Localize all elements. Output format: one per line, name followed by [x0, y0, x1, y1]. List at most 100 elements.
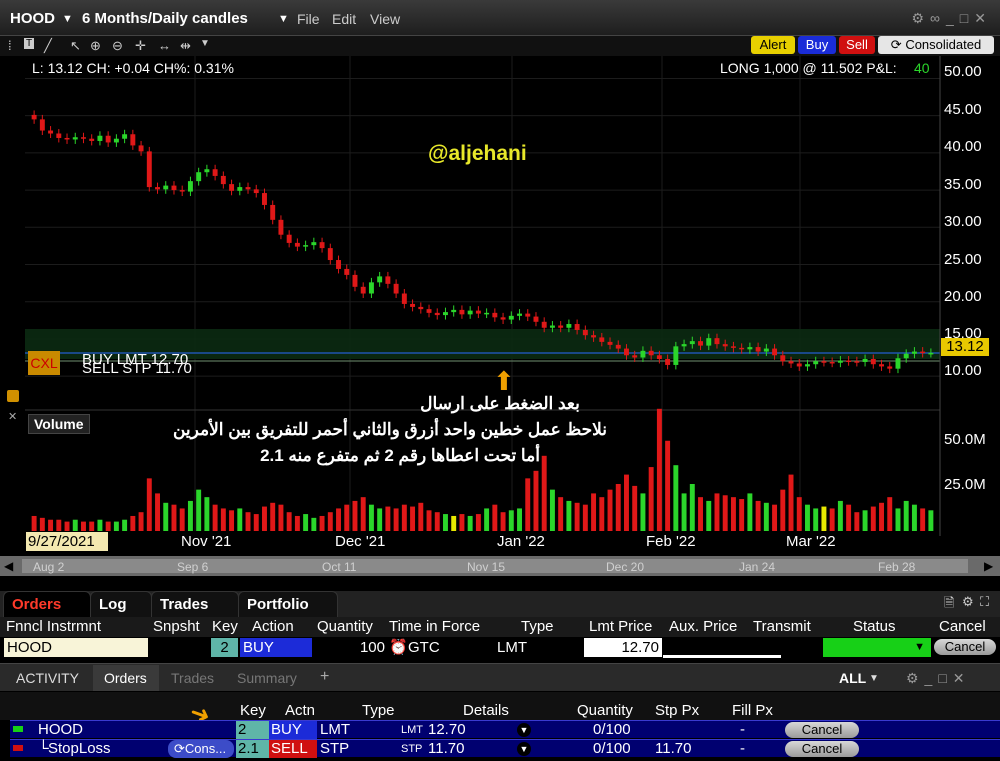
candle-body — [360, 286, 366, 294]
chevron-down-icon[interactable]: ▼ — [869, 673, 879, 684]
link-icon[interactable]: ∞ — [930, 10, 946, 26]
buy-button[interactable]: Buy — [798, 36, 836, 54]
order-fill-px: - — [740, 721, 745, 738]
candle-body — [39, 119, 45, 131]
scroll-right-icon[interactable]: ▶ — [984, 559, 993, 573]
consolidated-button[interactable]: ⟳ Consolidated — [878, 36, 994, 54]
chevron-down-icon[interactable]: ▼ — [62, 13, 73, 25]
instrument-cell[interactable]: HOOD — [4, 638, 148, 657]
expand-icon[interactable]: ↔ — [158, 38, 171, 53]
column-header: Key — [240, 702, 266, 719]
tab-portfolio[interactable]: Portfolio — [238, 591, 338, 617]
volume-axis-label: 50.0M — [944, 431, 986, 448]
tab-orders[interactable]: Orders — [3, 591, 91, 617]
volume-bar — [311, 517, 317, 531]
close-icon[interactable]: ✕ — [8, 410, 17, 423]
candle-body — [418, 306, 424, 310]
tab-activity[interactable]: ACTIVITY — [16, 670, 79, 686]
sell-button[interactable]: Sell — [839, 36, 875, 54]
chevron-down-icon[interactable]: ▼ — [200, 38, 210, 49]
chevron-down-icon[interactable]: ▼ — [517, 723, 531, 737]
minimize-icon[interactable]: _ — [946, 10, 960, 26]
zoom-out-icon[interactable]: ⊖ — [112, 38, 123, 54]
tif-cell[interactable]: GTC — [408, 638, 440, 657]
activity-filter[interactable]: ALL — [839, 670, 866, 686]
volume-bar — [72, 519, 78, 531]
gear-icon[interactable]: ⚙ — [962, 594, 974, 610]
lmt-price-cell[interactable]: 12.70 — [584, 638, 662, 657]
price-axis-label: 20.00 — [944, 288, 982, 305]
panel-controls[interactable]: ⚙_□✕ — [906, 670, 971, 687]
text-tool-icon[interactable]: T — [24, 38, 35, 49]
tab-activity-trades[interactable]: Trades — [171, 670, 214, 686]
x-axis-label: Mar '22 — [786, 533, 836, 550]
gear-icon[interactable]: ⚙ — [911, 10, 930, 26]
cursor-icon[interactable]: ↖ — [70, 38, 81, 54]
cancel-button[interactable]: Cancel — [785, 741, 859, 757]
window-controls[interactable]: ⚙∞_□✕ — [911, 10, 992, 27]
document-icon[interactable]: 🗎 — [944, 594, 954, 616]
symbol-title[interactable]: HOOD — [10, 10, 55, 27]
column-header: Transmit — [753, 618, 811, 635]
volume-bar — [805, 504, 810, 531]
action-cell[interactable]: BUY — [240, 638, 312, 657]
tab-trades[interactable]: Trades — [151, 591, 239, 617]
timeframe-title[interactable]: 6 Months/Daily candles — [82, 10, 248, 27]
tab-activity-summary[interactable]: Summary — [237, 670, 297, 686]
volume-bar — [385, 506, 391, 531]
grid-icon[interactable]: ⁞ — [8, 38, 12, 53]
volume-bar — [755, 500, 761, 531]
maximize-icon[interactable]: □ — [960, 10, 974, 26]
candle-body — [549, 325, 555, 328]
table-row[interactable]: └ StopLoss ⟳Cons... 2.1 SELL STP STP 11.… — [10, 739, 1000, 758]
start-date-label: 9/27/2021 — [26, 532, 108, 551]
warning-icon[interactable] — [7, 390, 19, 402]
candle-body — [895, 358, 901, 369]
chevron-down-icon[interactable]: ▼ — [278, 13, 289, 25]
quantity-cell[interactable]: 100 — [340, 638, 385, 657]
chevron-down-icon[interactable]: ▼ — [517, 742, 531, 756]
aux-price-cell[interactable] — [663, 638, 781, 658]
order-action: BUY — [269, 721, 317, 739]
watermark: @aljehani — [428, 142, 527, 165]
zoom-in-icon[interactable]: ⊕ — [90, 38, 101, 54]
close-icon[interactable]: ✕ — [974, 10, 992, 26]
cancel-button[interactable]: Cancel — [785, 722, 859, 738]
tab-log[interactable]: Log — [90, 591, 152, 617]
chevron-down-icon[interactable]: ▼ — [914, 638, 925, 657]
status-cell[interactable]: ▼ — [823, 638, 931, 657]
tab-activity-orders[interactable]: Orders — [104, 670, 147, 686]
volume-bar — [467, 515, 473, 531]
compress-icon[interactable]: ⇹ — [180, 38, 191, 54]
cancel-orders-button[interactable]: CXL — [28, 351, 60, 375]
alert-button[interactable]: Alert — [751, 36, 795, 54]
order-type: STP — [320, 740, 350, 757]
volume-bar — [220, 508, 226, 531]
order-name: StopLoss — [48, 740, 111, 757]
table-row[interactable]: HOOD 2 BUY LMT LMT 12.70 ▼ 0/100 - Cance… — [10, 720, 1000, 739]
candle-body — [903, 353, 909, 359]
volume-bar — [582, 504, 588, 531]
trend-line-icon[interactable]: ╱ — [44, 38, 52, 54]
menu-edit[interactable]: Edit — [332, 11, 356, 27]
type-cell[interactable]: LMT — [497, 638, 527, 657]
menu-file[interactable]: File — [297, 11, 320, 27]
crosshair-icon[interactable]: ✛ — [135, 38, 146, 54]
candle-body — [739, 347, 745, 350]
consolidated-chip[interactable]: ⟳Cons... — [168, 740, 234, 758]
candle-body — [706, 338, 712, 346]
current-price-tag: 13.12 — [941, 338, 989, 356]
candle-body — [253, 189, 259, 194]
menu-view[interactable]: View — [370, 11, 400, 27]
key-cell: 2 — [211, 638, 238, 657]
price-chart[interactable] — [0, 56, 1000, 556]
volume-bar — [517, 508, 522, 531]
add-tab-button[interactable]: + — [320, 668, 329, 686]
order-key: 2 — [236, 721, 269, 739]
candle-body — [821, 361, 827, 363]
expand-icon[interactable]: ⛶ — [980, 594, 989, 610]
volume-bar — [319, 515, 325, 531]
scroll-left-icon[interactable]: ◀ — [4, 559, 13, 573]
cancel-button[interactable]: Cancel — [934, 639, 996, 655]
candle-body — [541, 321, 547, 328]
